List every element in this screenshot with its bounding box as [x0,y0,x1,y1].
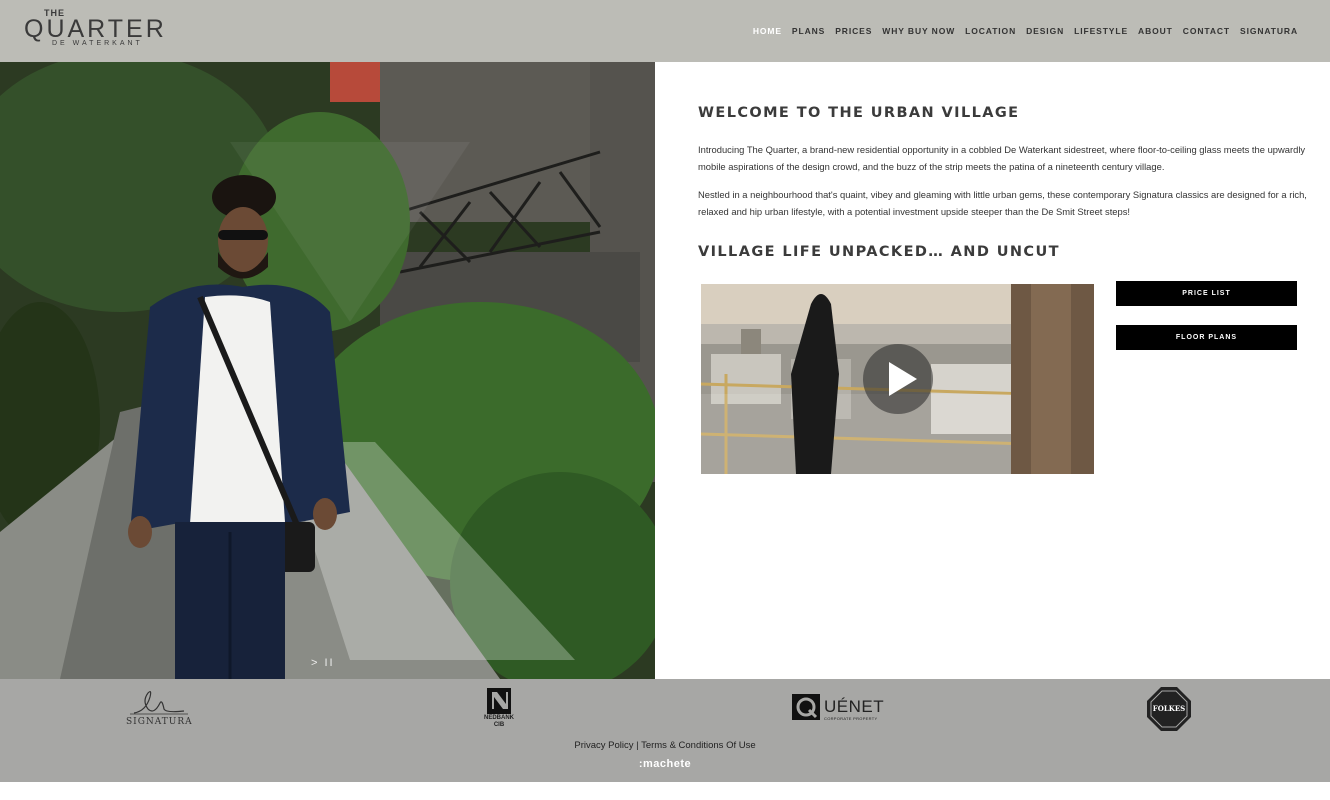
main-content: WELCOME TO THE URBAN VILLAGE Introducing… [698,62,1318,679]
site-logo[interactable]: THE QUARTER DE WATERKANT [24,8,174,54]
signatura-signature-icon [130,691,188,715]
terms-link[interactable]: Terms & Conditions Of Use [641,740,756,751]
nav-contact[interactable]: CONTACT [1183,25,1230,37]
nav-prices[interactable]: PRICES [835,25,872,37]
nav-design[interactable]: DESIGN [1026,25,1064,37]
nav-location[interactable]: LOCATION [965,25,1016,37]
nav-home[interactable]: HOME [753,25,782,37]
nav-lifestyle[interactable]: LIFESTYLE [1074,25,1128,37]
nedbank-logo[interactable]: NEDBANK CIB [474,687,524,735]
nav-signatura[interactable]: SIGNATURA [1240,25,1298,37]
video-heading: VILLAGE LIFE UNPACKED… AND UNCUT [698,244,1060,260]
welcome-heading: WELCOME TO THE URBAN VILLAGE [698,105,1020,121]
site-footer: SIGNATURA NEDBANK CIB UÉNET CORPORATE PR… [0,679,1330,782]
machete-credit[interactable]: :machete [0,758,1330,770]
signatura-logo[interactable]: SIGNATURA [126,687,192,732]
video-player[interactable] [701,284,1094,474]
footer-links: Privacy Policy | Terms & Conditions Of U… [0,740,1330,751]
privacy-policy-link[interactable]: Privacy Policy [574,740,633,751]
hero-photo-illustration [0,62,655,679]
logo-de-waterkant: DE WATERKANT [52,40,143,47]
play-icon[interactable] [863,344,933,414]
footer-link-separator: | [633,740,642,751]
folkes-label: FOLKES [1152,704,1186,713]
nav-why-buy-now[interactable]: WHY BUY NOW [882,25,955,37]
nedbank-label-line2: CIB [493,722,505,728]
hero-image: > II [0,62,655,679]
slider-controls[interactable]: > II [311,657,335,669]
intro-paragraph: Introducing The Quarter, a brand-new res… [698,144,1306,172]
quenet-label: UÉNET [824,697,885,716]
price-list-button[interactable]: PRICE LIST [1116,281,1297,306]
main-nav: HOME PLANS PRICES WHY BUY NOW LOCATION D… [753,25,1298,37]
nedbank-label-line1: NEDBANK [484,715,514,721]
signatura-label: SIGNATURA [126,717,193,727]
quenet-q-icon [792,694,820,720]
nav-plans[interactable]: PLANS [792,25,825,37]
folkes-logo[interactable]: FOLKES [1145,685,1193,733]
nedbank-icon [487,688,511,714]
floor-plans-button[interactable]: FLOOR PLANS [1116,325,1297,350]
quenet-sub-label: CORPORATE PROPERTY [824,716,878,721]
quenet-logo[interactable]: UÉNET CORPORATE PROPERTY [792,694,885,724]
nav-about[interactable]: ABOUT [1138,25,1173,37]
site-header: THE QUARTER DE WATERKANT HOME PLANS PRIC… [0,0,1330,62]
nedbank-label: NEDBANK CIB [474,715,524,729]
neighbourhood-paragraph: Nestled in a neighbourhood that's quaint… [698,189,1307,217]
